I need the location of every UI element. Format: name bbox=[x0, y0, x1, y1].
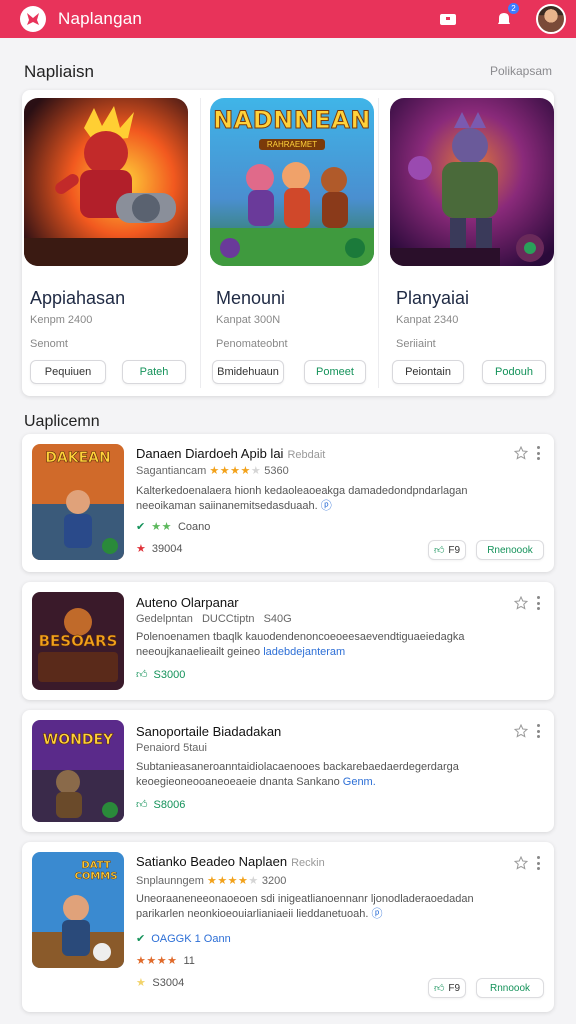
info-icon[interactable]: ⓟ bbox=[321, 500, 332, 512]
rating-stars: ★★★★★ bbox=[206, 875, 259, 887]
featured-card[interactable]: Planyaiai Kanpat 2340 Seriiaint Peiontai… bbox=[388, 90, 558, 396]
featured-card[interactable]: Appiahasan Kenpm 2400 Senomt Pequiuen Pa… bbox=[22, 90, 192, 396]
featured-card-image: NADNNEAN RAHRAEMET bbox=[210, 98, 374, 266]
featured-card-title: Planyaiai bbox=[396, 288, 470, 308]
featured-card[interactable]: NADNNEAN RAHRAEMET Menouni Kanpat 300N P… bbox=[208, 90, 378, 396]
favorite-star-icon[interactable] bbox=[514, 446, 528, 460]
more-options-icon[interactable] bbox=[536, 596, 540, 610]
list-item-rating-row: ★ S3004 bbox=[136, 976, 185, 990]
featured-card-subtitle: Seriiaint bbox=[396, 338, 436, 350]
info-icon[interactable]: ⓟ bbox=[371, 908, 382, 920]
featured-secondary-button[interactable]: Peiontain bbox=[392, 360, 464, 384]
list-item-thumbnail-logo: DATT COMMS bbox=[74, 860, 118, 882]
featured-card-meta: Kanpat 2340 bbox=[396, 314, 459, 326]
featured-card-title: Appiahasan bbox=[30, 288, 126, 308]
favorite-star-icon[interactable] bbox=[514, 856, 528, 870]
list-item-thumbnail-logo: BESOARS bbox=[38, 632, 118, 651]
like-button[interactable]: 👍︎ F9 bbox=[428, 978, 466, 998]
thumbs-up-icon: 👍︎ bbox=[433, 983, 445, 994]
list-item-thumbnail-logo: WONDEY bbox=[42, 732, 114, 749]
see-all-link[interactable]: Polikapsam bbox=[490, 64, 552, 78]
list-item-thumbnail: DAKEAN bbox=[32, 444, 124, 560]
featured-primary-button[interactable]: Pateh bbox=[122, 360, 186, 384]
list-item-subtitle-row: Gedelpntan DUCCtiptn S40G bbox=[136, 613, 292, 625]
divider bbox=[200, 98, 201, 388]
featured-card-logo: NADNNEAN RAHRAEMET bbox=[213, 106, 371, 150]
top-app-bar: Naplangan 2 bbox=[0, 0, 576, 38]
list-item-link[interactable]: Genm. bbox=[343, 776, 376, 788]
action-button[interactable]: Rnenoook bbox=[476, 540, 544, 560]
list-item-subtitle: Penaiord 5taui bbox=[136, 742, 207, 754]
list-item[interactable]: DAKEAN Danaen Diardoeh Apib lai Rebdait S… bbox=[22, 434, 554, 572]
list-item-description: Subtanieasaneroanntaidiolacaenooes backa… bbox=[136, 761, 459, 788]
list-item-thumbnail: WONDEY bbox=[32, 720, 124, 822]
list-item-description: Kalterkedoenalaera hionh kedaoleaoeakga … bbox=[136, 485, 468, 512]
favorite-star-icon[interactable] bbox=[514, 596, 528, 610]
like-button[interactable]: 👍︎ F9 bbox=[428, 540, 466, 560]
list-item-title: Danaen Diardoeh Apib lai Rebdait bbox=[136, 446, 326, 461]
featured-primary-button[interactable]: Podouh bbox=[482, 360, 546, 384]
list-item-secondary-row: ✔ ★★ Coano bbox=[136, 520, 211, 534]
notification-badge: 2 bbox=[508, 3, 519, 14]
more-options-icon[interactable] bbox=[536, 724, 540, 738]
list-item[interactable]: WONDEY Sanoportaile Biadadakan Penaiord … bbox=[22, 710, 554, 832]
list-item-thumbnail: BESOARS bbox=[32, 592, 124, 690]
featured-card-meta: Kenpm 2400 bbox=[30, 314, 93, 326]
list-item-title: Sanoportaile Biadadakan bbox=[136, 724, 282, 739]
list-item-stars-row: ★★★★ 11 bbox=[136, 954, 195, 968]
list-item-subtitle-row: Snplaunngem ★★★★★ 3200 bbox=[136, 875, 287, 887]
thumbs-up-icon: ✔ bbox=[136, 521, 146, 533]
notification-icon[interactable]: 2 bbox=[494, 3, 519, 29]
thumbs-up-icon: 👍︎ bbox=[433, 545, 445, 556]
rating-stars: ★★★★★ bbox=[209, 465, 262, 477]
list-item-description: Polenoenamen tbaqlk kauodendenoncoeoeesa… bbox=[136, 631, 465, 658]
featured-card-title: Menouni bbox=[216, 288, 286, 308]
list-item-title: Auteno Olarpanar bbox=[136, 595, 239, 610]
list-item-description: Uneoraaneneeonaoeoen sdi inigeatlianoenn… bbox=[136, 893, 474, 920]
list-item-subtitle-row: Sagantiancam ★★★★★ 5360 bbox=[136, 465, 289, 477]
featured-card-subtitle: Penomateobnt bbox=[216, 338, 288, 350]
featured-card-subtitle: Senomt bbox=[30, 338, 68, 350]
featured-card-image bbox=[390, 98, 554, 266]
list-item-rating-row: 👍︎ S8006 bbox=[136, 798, 186, 812]
list-item-thumbnail-logo: DAKEAN bbox=[45, 450, 111, 467]
app-title: Naplangan bbox=[58, 9, 143, 28]
star-icon: ★ bbox=[136, 977, 147, 989]
more-options-icon[interactable] bbox=[536, 446, 540, 460]
featured-panel: Appiahasan Kenpm 2400 Senomt Pequiuen Pa… bbox=[22, 90, 554, 396]
avatar[interactable] bbox=[536, 4, 566, 34]
favorite-star-icon[interactable] bbox=[514, 724, 528, 738]
more-options-icon[interactable] bbox=[536, 856, 540, 870]
list-item-thumbnail: DATT COMMS bbox=[32, 852, 124, 968]
featured-card-meta: Kanpat 300N bbox=[216, 314, 281, 326]
list-item-secondary-row: ✔ OAGGK 1 Oann bbox=[136, 932, 231, 946]
featured-section-title: Napliaisn bbox=[24, 62, 94, 81]
featured-secondary-button[interactable]: Pequiuen bbox=[30, 360, 106, 384]
list-item-link[interactable]: ladebdejanteram bbox=[263, 646, 345, 658]
divider bbox=[378, 98, 379, 388]
featured-primary-button[interactable]: Pomeet bbox=[304, 360, 366, 384]
list-item[interactable]: BESOARS Auteno Olarpanar Gedelpntan DUCC… bbox=[22, 582, 554, 700]
thumbs-up-icon: 👍︎ bbox=[136, 799, 148, 811]
list-section-title: Uaplicemn bbox=[24, 413, 100, 430]
list-item[interactable]: DATT COMMS Satianko Beadeo Naplaen Reckin… bbox=[22, 842, 554, 1012]
thumbs-up-icon: 👍︎ bbox=[136, 669, 148, 681]
app-logo-icon[interactable] bbox=[20, 6, 46, 32]
list-item-rating-row: ★ 39004 bbox=[136, 542, 183, 556]
star-icon: ★ bbox=[136, 543, 146, 555]
list-item-title: Satianko Beadeo Naplaen Reckin bbox=[136, 854, 325, 869]
action-button[interactable]: Rnnoook bbox=[476, 978, 544, 998]
thumbs-up-icon: ✔ bbox=[136, 933, 146, 945]
featured-card-image bbox=[24, 98, 188, 266]
featured-secondary-button[interactable]: Bmidehuaun bbox=[212, 360, 284, 384]
store-icon[interactable] bbox=[438, 9, 458, 29]
list-item-rating-row: 👍︎ S3000 bbox=[136, 668, 186, 682]
